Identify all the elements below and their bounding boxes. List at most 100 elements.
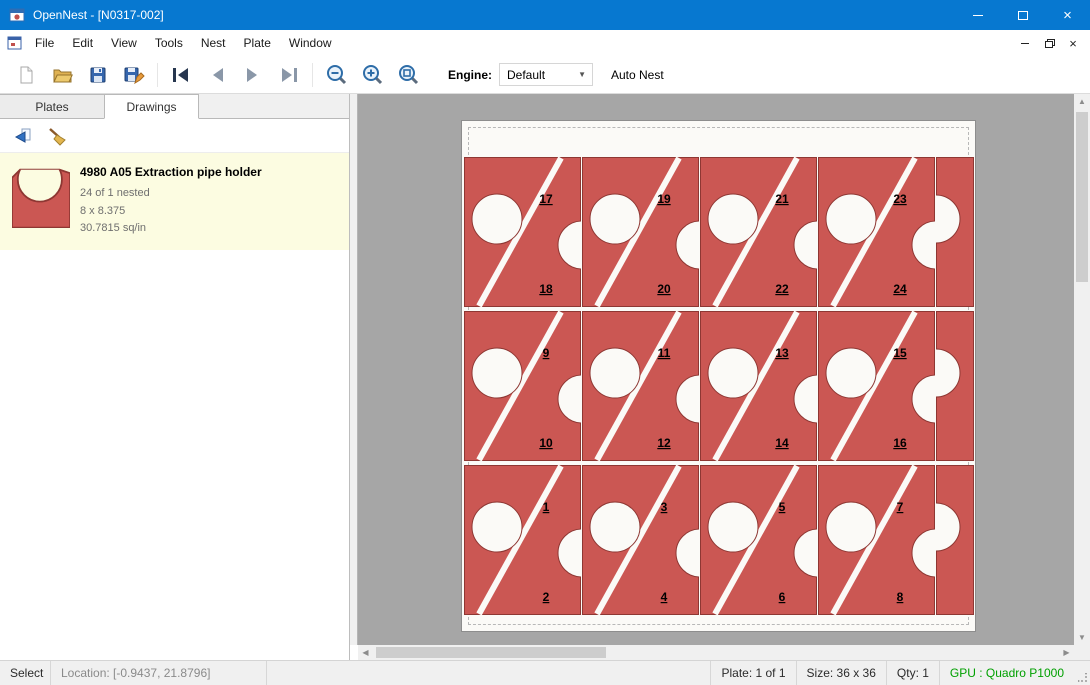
part-number[interactable]: 1 — [543, 500, 550, 514]
open-button[interactable] — [44, 60, 80, 90]
drawing-info: 4980 A05 Extraction pipe holder 24 of 1 … — [80, 165, 262, 238]
part-number[interactable]: 2 — [543, 590, 550, 604]
nested-part-pair[interactable]: 13 14 — [700, 311, 817, 461]
nest-row: 1718192021222324 — [464, 157, 974, 307]
first-plate-button[interactable] — [163, 60, 199, 90]
minimize-button[interactable] — [955, 0, 1000, 30]
nested-part-pair[interactable]: 56 — [700, 465, 817, 615]
engine-select[interactable]: Default ▼ — [499, 63, 593, 86]
previous-arrow-icon — [206, 65, 228, 85]
maximize-button[interactable] — [1000, 0, 1045, 30]
scroll-left-icon[interactable]: ◀ — [358, 645, 373, 660]
save-as-button[interactable] — [116, 60, 152, 90]
part-number[interactable]: 10 — [539, 436, 553, 450]
mdi-restore-icon — [1045, 39, 1054, 47]
menu-item-tools[interactable]: Tools — [146, 30, 192, 56]
part-number[interactable]: 22 — [775, 282, 789, 296]
nested-part-pair[interactable]: 1920 — [582, 157, 699, 307]
document-icon[interactable] — [7, 36, 22, 50]
nested-part-pair[interactable]: 12 — [464, 465, 581, 615]
panel-splitter[interactable] — [350, 94, 358, 645]
part-number[interactable]: 8 — [897, 590, 904, 604]
mdi-minimize-button[interactable] — [1013, 34, 1037, 52]
mdi-window-controls: × — [1013, 34, 1085, 52]
nested-part-pair[interactable]: 21 22 — [700, 157, 817, 307]
drawing-title: 4980 A05 Extraction pipe holder — [80, 165, 262, 179]
part-number[interactable]: 13 — [775, 346, 789, 360]
nested-part-pair[interactable]: 23 24 — [818, 157, 935, 307]
part-number[interactable]: 16 — [893, 436, 907, 450]
part-number[interactable]: 7 — [897, 500, 904, 514]
clear-button[interactable] — [42, 122, 72, 149]
previous-plate-button[interactable] — [199, 60, 235, 90]
part-number[interactable]: 4 — [661, 590, 668, 604]
menu-item-nest[interactable]: Nest — [192, 30, 235, 56]
save-edit-icon — [123, 65, 145, 85]
mdi-minimize-icon — [1021, 43, 1029, 44]
resize-grip[interactable] — [1074, 661, 1090, 685]
horizontal-scrollbar[interactable]: ◀ ▶ — [358, 645, 1074, 660]
part-number[interactable]: 5 — [779, 500, 786, 514]
new-button[interactable] — [8, 60, 44, 90]
nest-row: 12345678 — [464, 465, 974, 615]
nest-canvas[interactable]: 171819202122232491011121314151612345678 — [358, 94, 1074, 645]
part-number[interactable]: 14 — [775, 436, 789, 450]
part-number[interactable]: 12 — [657, 436, 671, 450]
part-number[interactable]: 21 — [775, 192, 789, 206]
nested-part-pair[interactable]: 9 10 — [464, 311, 581, 461]
menu-item-plate[interactable]: Plate — [235, 30, 280, 56]
menu-item-window[interactable]: Window — [280, 30, 341, 56]
auto-nest-button[interactable]: Auto Nest — [611, 68, 664, 82]
zoom-out-button[interactable] — [318, 60, 354, 90]
mdi-close-button[interactable]: × — [1061, 34, 1085, 52]
scroll-right-icon[interactable]: ▶ — [1059, 645, 1074, 660]
part-number[interactable]: 6 — [779, 590, 786, 604]
status-plate: Plate: 1 of 1 — [711, 661, 795, 685]
nested-part-pair[interactable]: 11 12 — [582, 311, 699, 461]
title-bar: OpenNest - [N0317-002] × — [0, 0, 1090, 30]
scroll-up-icon[interactable]: ▲ — [1074, 94, 1090, 109]
zoom-out-icon — [326, 64, 347, 85]
next-plate-button[interactable] — [235, 60, 271, 90]
vertical-scroll-thumb[interactable] — [1076, 112, 1088, 282]
zoom-fit-button[interactable] — [390, 60, 426, 90]
tab-plates[interactable]: Plates — [0, 94, 105, 118]
part-number[interactable]: 20 — [657, 282, 671, 296]
drawing-list-item[interactable]: 4980 A05 Extraction pipe holder 24 of 1 … — [0, 153, 349, 250]
part-number[interactable]: 9 — [543, 346, 550, 360]
tab-drawings[interactable]: Drawings — [104, 94, 199, 119]
chevron-down-icon: ▼ — [578, 70, 592, 79]
part-number[interactable]: 23 — [893, 192, 907, 206]
part-number[interactable]: 3 — [661, 500, 668, 514]
part-number[interactable]: 11 — [658, 346, 671, 360]
toolbar-separator — [157, 63, 158, 87]
menu-items: FileEditViewToolsNestPlateWindow — [26, 30, 341, 56]
maximize-icon — [1018, 11, 1028, 20]
vertical-scrollbar[interactable]: ▲ ▼ — [1074, 94, 1090, 645]
zoom-in-button[interactable] — [354, 60, 390, 90]
horizontal-scroll-thumb[interactable] — [376, 647, 606, 658]
save-icon — [88, 65, 108, 85]
nested-part-pair[interactable]: 1718 — [464, 157, 581, 307]
part-number[interactable]: 17 — [539, 192, 553, 206]
last-plate-button[interactable] — [271, 60, 307, 90]
menu-item-file[interactable]: File — [26, 30, 63, 56]
nested-part-pair[interactable]: 34 — [582, 465, 699, 615]
drawing-dimensions: 8 x 8.375 — [80, 203, 262, 221]
save-button[interactable] — [80, 60, 116, 90]
nested-part-sliver[interactable] — [936, 311, 974, 461]
part-number[interactable]: 19 — [657, 192, 671, 206]
import-drawing-button[interactable] — [7, 122, 37, 149]
nested-part-sliver[interactable] — [936, 465, 974, 615]
nested-part-pair[interactable]: 1516 — [818, 311, 935, 461]
menu-item-view[interactable]: View — [102, 30, 146, 56]
scroll-down-icon[interactable]: ▼ — [1074, 630, 1090, 645]
close-button[interactable]: × — [1045, 0, 1090, 30]
part-number[interactable]: 18 — [539, 282, 553, 296]
nested-part-pair[interactable]: 78 — [818, 465, 935, 615]
menu-item-edit[interactable]: Edit — [63, 30, 102, 56]
part-number[interactable]: 24 — [893, 282, 907, 296]
part-number[interactable]: 15 — [893, 346, 907, 360]
nested-part-sliver[interactable] — [936, 157, 974, 307]
mdi-restore-button[interactable] — [1037, 34, 1061, 52]
